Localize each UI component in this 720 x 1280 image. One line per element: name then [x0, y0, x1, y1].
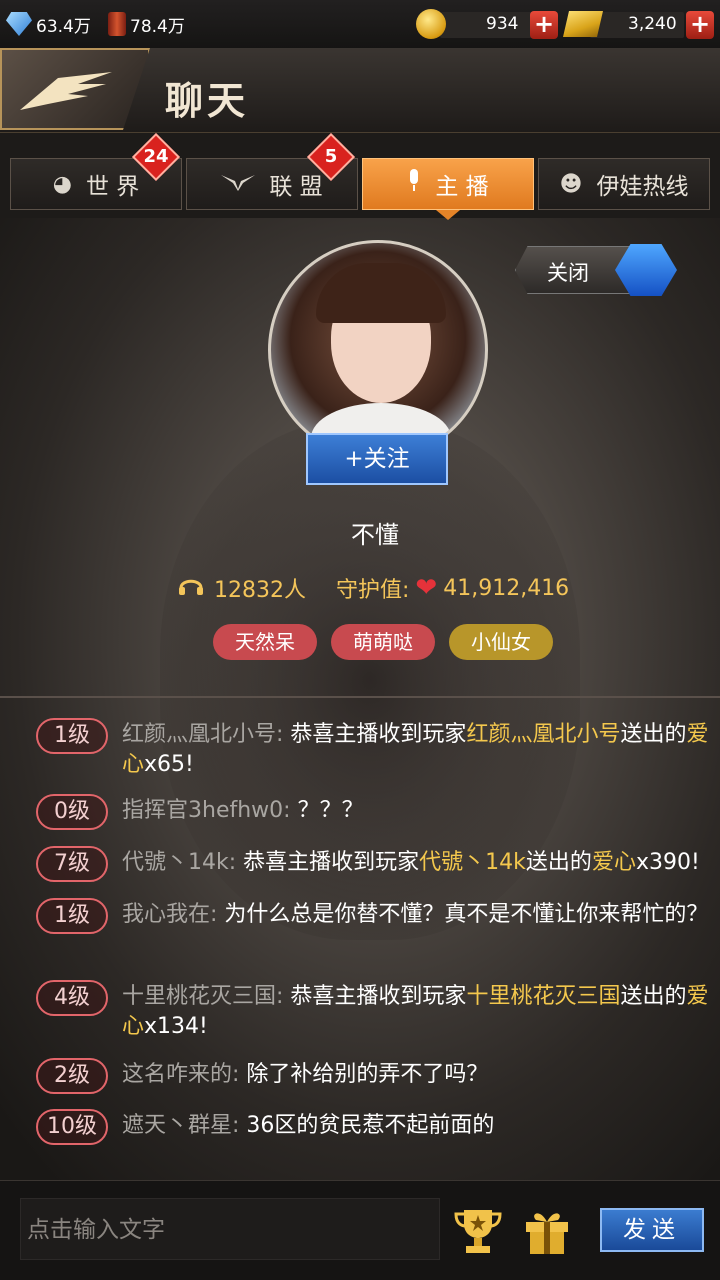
level-badge: 0级	[36, 794, 108, 830]
chat-input[interactable]: 点击输入文字	[20, 1198, 440, 1260]
gold-count: 3,240	[628, 14, 677, 34]
follow-button[interactable]: +关注	[306, 433, 448, 485]
message-highlight-player: 代號丶14k	[419, 850, 526, 875]
message-body: 我心我在: 为什么总是你替不懂？真不是不懂让你来帮忙的？	[122, 900, 712, 930]
gold-bar-icon	[563, 11, 603, 37]
level-badge: 10级	[36, 1109, 108, 1145]
message-text: 恭喜主播收到玩家	[290, 722, 467, 747]
alliance-wings-icon	[221, 172, 256, 197]
coin-resource	[416, 9, 450, 39]
message-text: x134!	[144, 1014, 208, 1039]
add-gold-button[interactable]: +	[686, 11, 714, 39]
level-badge: 1级	[36, 898, 108, 934]
gold-resource	[563, 10, 607, 38]
host-stats: 12832人 守护值: ❤ 41,912,416	[178, 572, 569, 604]
eagle-logo-icon	[18, 70, 114, 126]
tab-host[interactable]: 主 播	[362, 158, 534, 210]
coin-icon	[416, 9, 446, 39]
host-name: 不懂	[351, 521, 399, 549]
active-tab-caret	[436, 210, 460, 220]
tag-2: 萌萌哒	[331, 624, 435, 660]
alliance-badge-count: 5	[324, 146, 338, 167]
message-text: x390!	[635, 850, 700, 875]
message-highlight-gift: 爱心	[591, 850, 636, 875]
message-user[interactable]: 红颜灬凰北小号:	[122, 722, 283, 747]
guard-label: 守护值:	[336, 578, 410, 603]
message-body: 这名咋来的: 除了补给别的弄不了吗？	[122, 1060, 712, 1090]
gold-count-wrap: 3,240	[628, 10, 677, 38]
message-user[interactable]: 这名咋来的:	[122, 1062, 239, 1087]
page-title: 聊天	[165, 79, 250, 123]
message-user[interactable]: 十里桃花灭三国:	[122, 984, 283, 1009]
globe-icon: ◕	[52, 171, 72, 197]
gem-resource: 63.4万	[6, 10, 91, 38]
message-text: x65!	[144, 752, 194, 777]
world-badge-count: 24	[143, 146, 169, 167]
message-text: 除了补给别的弄不了吗？	[246, 1062, 489, 1087]
message-user[interactable]: 代號丶14k:	[122, 850, 236, 875]
gem-count: 63.4万	[36, 16, 91, 37]
chat-divider	[0, 696, 720, 698]
oil-resource: 78.4万	[108, 10, 185, 38]
message-text: 送出的	[525, 850, 592, 875]
eva-avatar-icon: ☻	[559, 171, 583, 197]
headphones-icon	[178, 574, 204, 602]
message-text: 36区的贫民惹不起前面的	[246, 1113, 495, 1138]
heart-icon: ❤	[415, 573, 438, 603]
tab-label: 世 界	[85, 174, 140, 200]
send-button[interactable]: 发送	[600, 1208, 704, 1252]
message-text: 恭喜主播收到玩家	[243, 850, 420, 875]
tab-label: 主 播	[435, 174, 489, 200]
level-badge: 1级	[36, 718, 108, 754]
message-text: 送出的	[620, 984, 687, 1009]
message-user[interactable]: 遮天丶群星:	[122, 1113, 239, 1138]
oil-barrel-icon	[108, 12, 126, 36]
close-toggle[interactable]: 关闭	[515, 244, 677, 296]
message-text: 恭喜主播收到玩家	[290, 984, 467, 1009]
message-body: 指挥官3hefhw0: ？？？	[122, 796, 712, 826]
message-user[interactable]: 指挥官3hefhw0:	[122, 798, 291, 823]
message-body: 遮天丶群星: 36区的贫民惹不起前面的	[122, 1111, 712, 1141]
close-toggle-label: 关闭	[547, 261, 589, 285]
tab-label: 伊娃热线	[596, 174, 689, 200]
message-highlight-player: 红颜灬凰北小号	[466, 722, 621, 747]
message-text: 送出的	[620, 722, 687, 747]
host-avatar[interactable]	[268, 240, 488, 460]
message-body: 红颜灬凰北小号: 恭喜主播收到玩家红颜灬凰北小号送出的爱心x65!	[122, 720, 712, 780]
level-badge: 7级	[36, 846, 108, 882]
message-highlight-player: 十里桃花灭三国	[466, 984, 621, 1009]
tab-label: 联 盟	[269, 174, 323, 200]
coin-count: 934	[486, 14, 519, 34]
level-badge: 4级	[36, 980, 108, 1016]
message-body: 十里桃花灭三国: 恭喜主播收到玩家十里桃花灭三国送出的爱心x134!	[122, 982, 712, 1042]
message-body: 代號丶14k: 恭喜主播收到玩家代號丶14k送出的爱心x390!	[122, 848, 712, 878]
gem-icon	[6, 12, 32, 36]
level-badge: 2级	[36, 1058, 108, 1094]
message-text: ？？？	[297, 798, 364, 823]
tag-3: 小仙女	[449, 624, 553, 660]
oil-count: 78.4万	[130, 16, 185, 37]
guard-value: 41,912,416	[443, 575, 570, 601]
avatar-hair	[316, 263, 446, 323]
gift-icon[interactable]	[522, 1206, 572, 1256]
coin-count-wrap: 934	[486, 10, 518, 38]
microphone-icon	[407, 169, 421, 199]
tag-1: 天然呆	[213, 624, 317, 660]
listener-count: 12832人	[214, 578, 306, 603]
message-user[interactable]: 我心我在:	[122, 902, 217, 927]
add-coins-button[interactable]: +	[530, 11, 558, 39]
tab-eva-hotline[interactable]: ☻ 伊娃热线	[538, 158, 710, 210]
trophy-icon[interactable]	[452, 1206, 504, 1256]
message-text: 为什么总是你替不懂？真不是不懂让你来帮忙的？	[224, 902, 709, 927]
